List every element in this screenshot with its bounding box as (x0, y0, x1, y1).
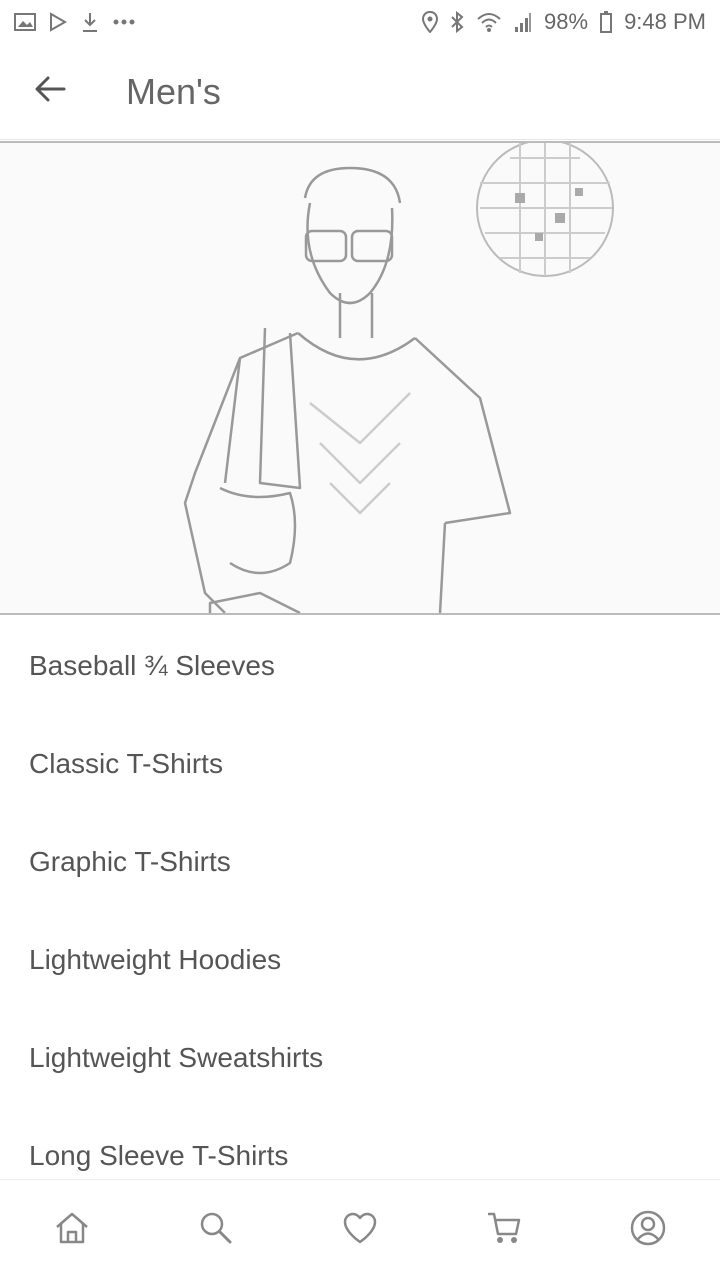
disco-ball-icon (476, 143, 614, 277)
list-item[interactable]: Lightweight Hoodies (0, 911, 720, 1009)
status-bar: 98% 9:48 PM (0, 0, 720, 44)
nav-home[interactable] (36, 1194, 108, 1266)
list-item[interactable]: Classic T-Shirts (0, 715, 720, 813)
back-arrow-icon (34, 75, 66, 108)
nav-favorites[interactable] (324, 1194, 396, 1266)
download-icon (80, 11, 100, 33)
clock: 9:48 PM (624, 9, 706, 34)
play-store-icon (48, 12, 68, 32)
more-dots-icon (112, 18, 136, 26)
wifi-icon (476, 11, 502, 33)
nav-account[interactable] (612, 1194, 684, 1266)
status-left (14, 11, 136, 33)
gallery-icon (14, 12, 36, 32)
battery-icon (600, 11, 613, 33)
back-button[interactable] (18, 60, 82, 124)
list-item[interactable]: Baseball ¾ Sleeves (0, 617, 720, 715)
status-right: 98% 9:48 PM (422, 9, 706, 35)
nav-search[interactable] (180, 1194, 252, 1266)
category-list: Baseball ¾ Sleeves Classic T-Shirts Grap… (0, 617, 720, 1205)
signal-icon (514, 11, 532, 33)
model-figure (183, 166, 512, 613)
list-item[interactable]: Graphic T-Shirts (0, 813, 720, 911)
page-title: Men's (126, 70, 221, 112)
cart-icon (486, 1210, 522, 1251)
promo-banner-image[interactable] (0, 141, 720, 615)
bluetooth-icon (450, 11, 464, 33)
heart-icon (342, 1212, 378, 1249)
account-icon (630, 1210, 666, 1251)
search-icon (199, 1211, 233, 1250)
bottom-nav (0, 1179, 720, 1280)
home-icon (54, 1211, 90, 1250)
list-item[interactable]: Lightweight Sweatshirts (0, 1009, 720, 1107)
battery-percent: 98% (544, 9, 589, 34)
nav-cart[interactable] (468, 1194, 540, 1266)
app-bar: Men's (0, 44, 720, 140)
location-icon (422, 11, 439, 33)
